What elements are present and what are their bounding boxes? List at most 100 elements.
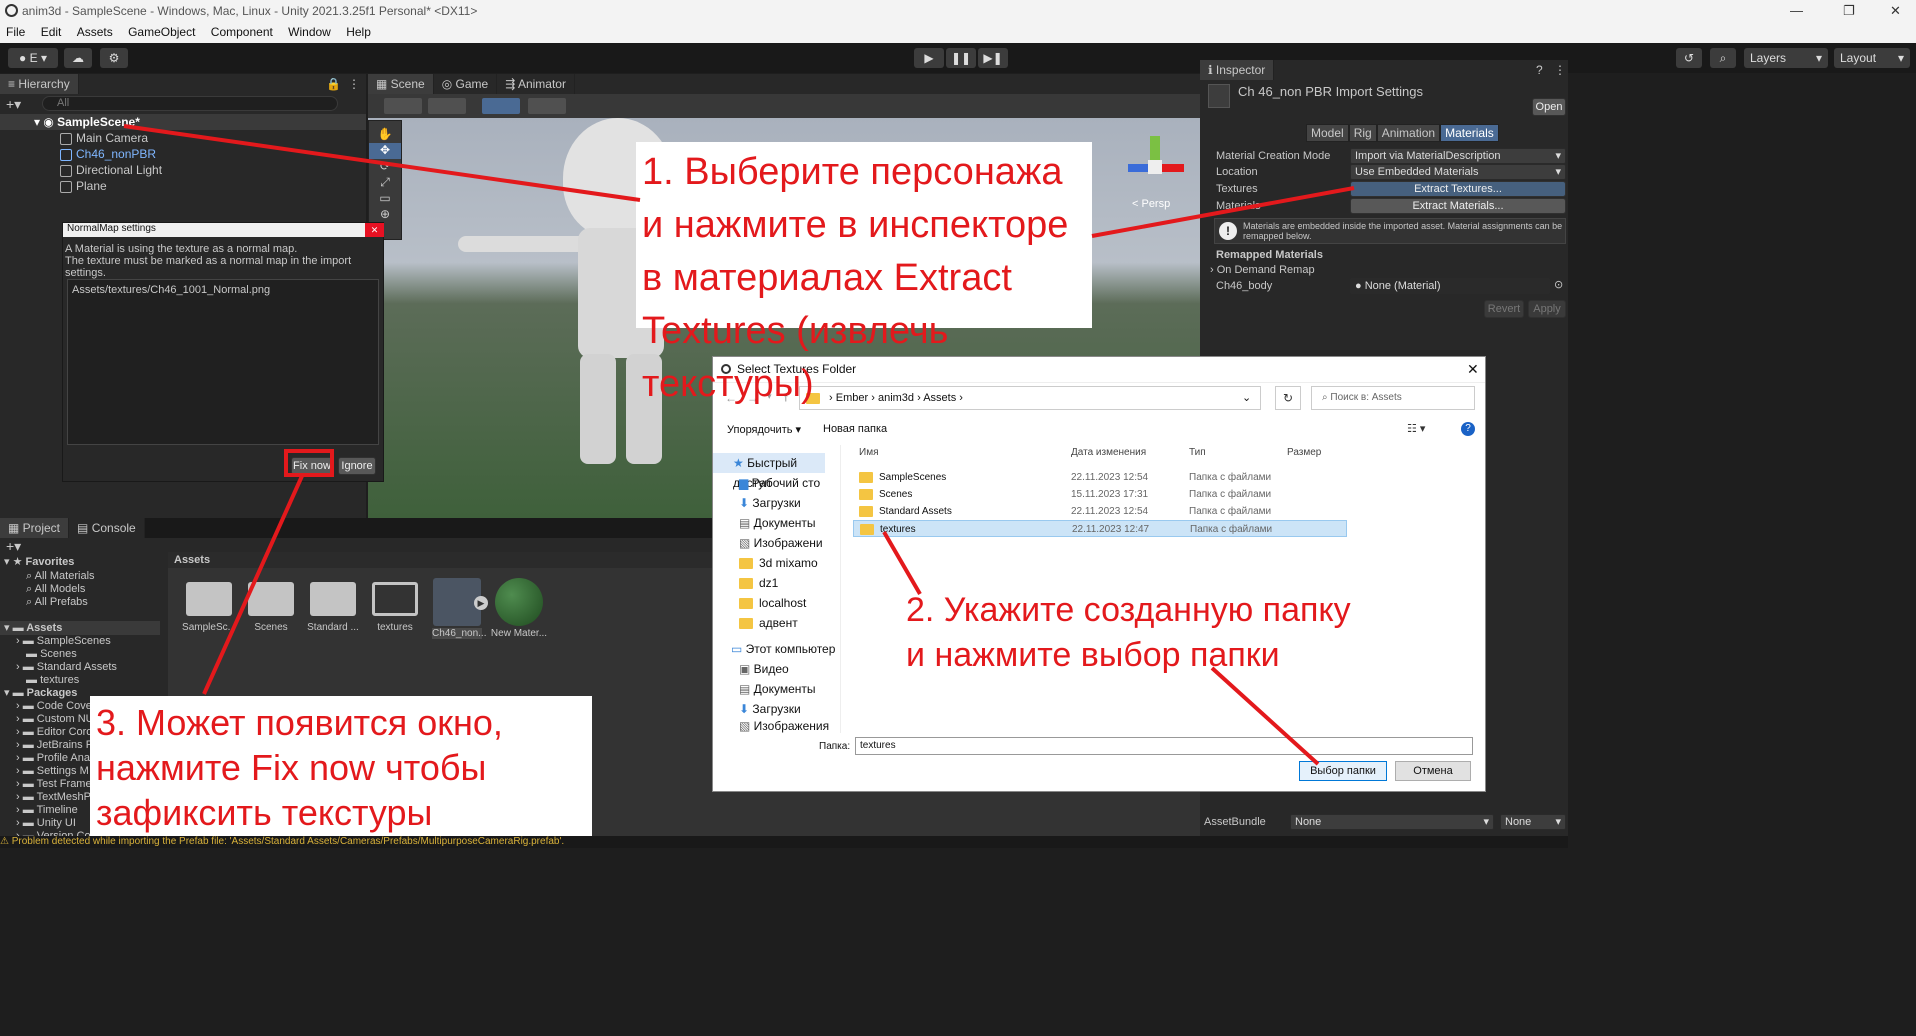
grid-item-selected[interactable]: Ch46_non...: [432, 578, 487, 639]
location-dropdown[interactable]: Use Embedded Materials ▾: [1350, 164, 1566, 180]
address-bar[interactable]: › Ember › anim3d › Assets › ⌄: [799, 386, 1261, 410]
play-button[interactable]: ▶: [914, 48, 944, 68]
tab-animation[interactable]: Animation: [1376, 124, 1441, 142]
tab-scene[interactable]: ▦ Scene: [368, 74, 434, 94]
step-button[interactable]: ▶❚: [978, 48, 1008, 68]
orientation-gizmo[interactable]: [1120, 136, 1190, 196]
hierarchy-search-input[interactable]: All: [42, 96, 338, 111]
fav-item[interactable]: ⌕ All Materials: [0, 570, 160, 583]
file-row[interactable]: Standard Assets 22.11.2023 12:54 Папка с…: [853, 503, 1347, 520]
search-icon[interactable]: ⌕: [1710, 48, 1736, 68]
fav-item[interactable]: ⌕ All Prefabs: [0, 596, 160, 609]
fav-item[interactable]: ⌕ All Models: [0, 583, 160, 596]
transform-tool-icon[interactable]: ⊕: [369, 207, 401, 223]
help-icon[interactable]: ?: [1461, 422, 1475, 436]
file-row[interactable]: Scenes 15.11.2023 17:31 Папка с файлами: [853, 486, 1347, 503]
rect-tool-icon[interactable]: ▭: [369, 191, 401, 207]
select-folder-button[interactable]: Выбор папки: [1299, 761, 1387, 781]
nav-item[interactable]: ⬇ Загрузки: [739, 699, 801, 719]
material-creation-dropdown[interactable]: Import via MaterialDescription ▾: [1350, 148, 1566, 164]
scene-root[interactable]: ▾ ◉ SampleScene*: [0, 114, 366, 130]
expand-icon[interactable]: ▶: [474, 596, 488, 610]
hierarchy-item-selected[interactable]: Ch46_nonPBR: [0, 146, 366, 162]
view-options-icon[interactable]: ☷ ▾: [1407, 422, 1425, 435]
tab-animator[interactable]: ⇶ Animator: [497, 74, 575, 94]
menu-assets[interactable]: Assets: [77, 25, 113, 39]
cloud-icon[interactable]: ☁: [64, 48, 92, 68]
status-warning-text[interactable]: Problem detected while importing the Pre…: [12, 836, 564, 847]
assets-tree-header[interactable]: ▾ ▬ Assets: [0, 621, 160, 635]
nav-item-quick-access[interactable]: ★ Быстрый доступ: [713, 453, 825, 490]
organize-button[interactable]: Упорядочить ▾: [727, 423, 801, 436]
add-icon[interactable]: +▾: [6, 96, 21, 113]
history-icon[interactable]: ↺: [1676, 48, 1702, 68]
file-row-selected[interactable]: textures 22.11.2023 12:47 Папка с файлам…: [853, 520, 1347, 537]
grid-item[interactable]: Standard ...: [306, 582, 360, 633]
tree-folder[interactable]: › ▬ SampleScenes: [0, 635, 160, 648]
favorites-header[interactable]: ▾ ★ Favorites: [0, 554, 160, 570]
normalmap-path[interactable]: Assets/textures/Ch46_1001_Normal.png: [72, 284, 374, 296]
tree-folder[interactable]: ▬ Scenes: [0, 648, 160, 661]
hierarchy-item[interactable]: Main Camera: [0, 130, 366, 146]
column-header-name[interactable]: Имя: [859, 447, 878, 458]
nav-item[interactable]: localhost: [739, 593, 806, 613]
close-icon[interactable]: ✕: [1467, 361, 1479, 378]
chevron-down-icon[interactable]: ⌄: [1242, 387, 1251, 409]
menu-component[interactable]: Component: [211, 25, 273, 39]
tab-model[interactable]: Model: [1306, 124, 1349, 142]
menu-window[interactable]: Window: [288, 25, 331, 39]
pause-button[interactable]: ❚❚: [946, 48, 976, 68]
add-icon[interactable]: +▾: [6, 538, 21, 555]
minimize-icon[interactable]: —: [1790, 0, 1803, 22]
close-icon[interactable]: ✕: [365, 223, 384, 237]
menu-gameobject[interactable]: GameObject: [128, 25, 195, 39]
nav-item[interactable]: ▧ Изображени: [739, 533, 823, 553]
tab-project[interactable]: ▦ Project: [0, 518, 70, 538]
grid-item[interactable]: Scenes: [244, 582, 298, 633]
nav-item-this-pc[interactable]: ▭ Этот компьютер: [731, 639, 835, 659]
column-header-size[interactable]: Размер: [1287, 447, 1321, 458]
column-header-type[interactable]: Тип: [1189, 447, 1206, 458]
tab-hierarchy[interactable]: ≡ Hierarchy: [0, 74, 79, 94]
grid-item[interactable]: New Mater...: [490, 578, 548, 639]
new-folder-button[interactable]: Новая папка: [823, 423, 887, 435]
lock-icon[interactable]: 🔒: [326, 74, 341, 94]
draw-mode-icon[interactable]: [384, 98, 422, 114]
more-icon[interactable]: ⋮: [348, 74, 360, 94]
menu-file[interactable]: File: [6, 25, 25, 39]
maximize-icon[interactable]: ❐: [1843, 0, 1855, 22]
extract-textures-button[interactable]: Extract Textures...: [1350, 181, 1566, 197]
nav-item[interactable]: ▤ Документы: [739, 679, 816, 699]
nav-item[interactable]: ▧ Изображения: [739, 719, 829, 733]
nav-item[interactable]: 3d mixamo: [739, 553, 818, 573]
folder-search-input[interactable]: ⌕ Поиск в: Assets: [1311, 386, 1475, 410]
refresh-button[interactable]: ↻: [1275, 386, 1301, 410]
nav-item[interactable]: ▤ Документы: [739, 513, 816, 533]
menu-help[interactable]: Help: [346, 25, 371, 39]
tab-console[interactable]: ▤ Console: [69, 518, 145, 538]
nav-item[interactable]: dz1: [739, 573, 778, 593]
move-tool-icon[interactable]: ✥: [369, 143, 401, 159]
hierarchy-item[interactable]: Plane: [0, 178, 366, 194]
help-icon[interactable]: ?: [1536, 60, 1543, 80]
file-row[interactable]: SampleScenes 22.11.2023 12:54 Папка с фа…: [853, 469, 1347, 486]
nav-item[interactable]: ▆ Рабочий сто: [739, 473, 820, 493]
assetbundle-variant-dropdown[interactable]: None ▾: [1500, 814, 1566, 830]
hand-tool-icon[interactable]: ✋: [369, 127, 401, 143]
object-picker-icon[interactable]: ⊙: [1554, 278, 1563, 291]
open-button[interactable]: Open: [1532, 98, 1566, 116]
grid-item[interactable]: SampleSc...: [182, 582, 236, 633]
grid-item[interactable]: textures: [368, 582, 422, 633]
gizmo-icon[interactable]: [428, 98, 466, 114]
cancel-button[interactable]: Отмена: [1395, 761, 1471, 781]
apply-button[interactable]: Apply: [1528, 300, 1566, 318]
menu-edit[interactable]: Edit: [41, 25, 62, 39]
folder-name-input[interactable]: textures: [855, 737, 1473, 755]
layers-dropdown[interactable]: Layers ▾: [1744, 48, 1828, 68]
grid-icon[interactable]: [482, 98, 520, 114]
collab-icon[interactable]: ⚙: [100, 48, 128, 68]
tree-folder[interactable]: › ▬ Standard Assets: [0, 661, 160, 674]
tab-rig[interactable]: Rig: [1348, 124, 1377, 142]
close-icon[interactable]: ✕: [1890, 0, 1901, 22]
revert-button[interactable]: Revert: [1484, 300, 1524, 318]
